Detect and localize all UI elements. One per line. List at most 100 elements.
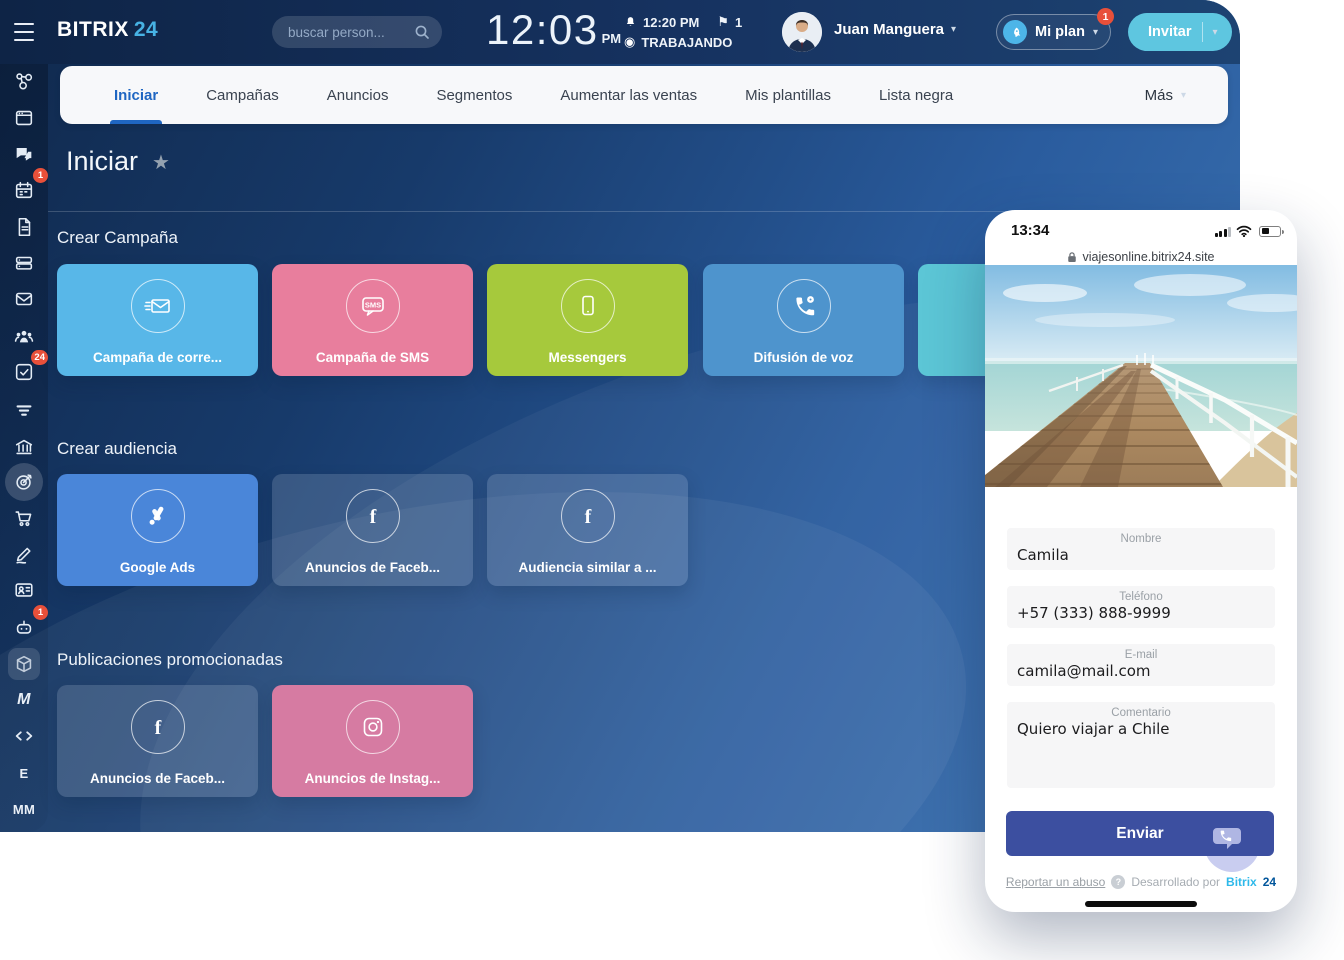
- email-field[interactable]: E-mail camila@mail.com: [1007, 644, 1275, 686]
- sidebar: 1 24: [0, 64, 48, 832]
- sidebar-item-mail[interactable]: [6, 281, 42, 317]
- calendar-badge: 1: [33, 168, 48, 183]
- rocket-icon: [1003, 20, 1027, 44]
- home-indicator[interactable]: [1085, 901, 1197, 907]
- search-input[interactable]: buscar person...: [272, 16, 442, 48]
- signal-icon: [1215, 227, 1232, 237]
- clock-meridiem: PM: [602, 15, 622, 63]
- sidebar-item-developer[interactable]: [6, 718, 42, 754]
- chat-icon: [13, 143, 35, 165]
- working-label: TRABAJANDO: [641, 35, 732, 50]
- browser-address-bar[interactable]: viajesonline.bitrix24.site: [985, 250, 1297, 264]
- help-icon[interactable]: ?: [1111, 875, 1125, 889]
- sidebar-item-documents[interactable]: [6, 209, 42, 245]
- bitrix24-logo[interactable]: BITRIX24: [57, 18, 158, 42]
- chevron-down-icon: ▾: [1093, 27, 1098, 38]
- tab-campanas[interactable]: Campañas: [182, 66, 303, 124]
- workspace-e-label: E: [20, 766, 29, 781]
- page-title: Iniciar ★: [66, 146, 170, 177]
- copilot-badge: 1: [33, 605, 48, 620]
- comment-field[interactable]: Comentario Quiero viajar a Chile: [1007, 702, 1275, 788]
- card-label: Anuncios de Faceb...: [280, 560, 465, 575]
- card-label: Campaña de SMS: [280, 350, 465, 365]
- phone-mockup: 13:34 viajesonline.bitrix24.site: [985, 210, 1297, 912]
- user-menu[interactable]: Juan Manguera ▾: [834, 21, 956, 38]
- document-icon: [13, 216, 35, 238]
- svg-text:f: f: [369, 506, 376, 528]
- voice-broadcast-icon: [777, 279, 831, 333]
- chevron-down-icon: ▾: [1181, 90, 1186, 101]
- clock-time: 12:03: [486, 6, 599, 63]
- calendar-icon: [13, 179, 35, 201]
- button-divider: [1202, 22, 1203, 42]
- phone-field-value: +57 (333) 888-9999: [1007, 603, 1275, 622]
- card-messengers[interactable]: Messengers: [487, 264, 688, 376]
- wifi-icon: [1236, 225, 1252, 237]
- bitrix-brand-link[interactable]: Bitrix: [1226, 875, 1257, 889]
- alarm-icon: [624, 15, 637, 29]
- tab-aumentar-ventas[interactable]: Aumentar las ventas: [536, 66, 721, 124]
- card-voice-broadcast[interactable]: Difusión de voz: [703, 264, 904, 376]
- card-facebook-posts[interactable]: f Anuncios de Faceb...: [57, 685, 258, 797]
- tab-more[interactable]: Más ▾: [1121, 66, 1198, 124]
- browser-icon: [13, 107, 35, 129]
- smartphone-icon: [561, 279, 615, 333]
- card-google-ads[interactable]: Google Ads: [57, 474, 258, 586]
- svg-text:SMS: SMS: [364, 301, 380, 310]
- developed-by-text: Desarrollado por: [1131, 875, 1220, 889]
- sidebar-item-store[interactable]: [6, 500, 42, 536]
- sidebar-item-drive[interactable]: [6, 245, 42, 281]
- sidebar-item-contacts[interactable]: [6, 572, 42, 608]
- sidebar-item-market[interactable]: M: [6, 682, 42, 718]
- sidebar-item-sign[interactable]: [6, 536, 42, 572]
- invite-label: Invitar: [1148, 24, 1192, 40]
- lock-icon: [1067, 251, 1077, 263]
- marketing-tabs: Iniciar Campañas Anuncios Segmentos Aume…: [60, 66, 1228, 124]
- facebook-icon: f: [131, 700, 185, 754]
- cube-icon: [13, 653, 35, 675]
- card-label: Anuncios de Instag...: [280, 771, 465, 786]
- sidebar-item-marketing[interactable]: [6, 464, 42, 500]
- sidebar-item-company[interactable]: [6, 429, 42, 465]
- plan-badge: 1: [1097, 8, 1114, 25]
- invite-button[interactable]: Invitar ▾: [1128, 13, 1232, 51]
- sidebar-item-tasks[interactable]: 24: [6, 354, 42, 390]
- work-clock[interactable]: 12:03 PM: [486, 6, 621, 63]
- sidebar-item-employees[interactable]: [6, 318, 42, 354]
- card-instagram-posts[interactable]: Anuncios de Instag...: [272, 685, 473, 797]
- tab-iniciar[interactable]: Iniciar: [90, 66, 182, 124]
- pier-photo: [985, 265, 1297, 487]
- tab-anuncios[interactable]: Anuncios: [303, 66, 413, 124]
- sidebar-item-feed[interactable]: [6, 63, 42, 99]
- sidebar-item-workspace-mm[interactable]: MM: [6, 791, 42, 827]
- section-heading: Crear audiencia: [57, 439, 177, 459]
- tab-segmentos[interactable]: Segmentos: [412, 66, 536, 124]
- sidebar-item-calendar[interactable]: 1: [6, 172, 42, 208]
- name-field[interactable]: Nombre Camila: [1007, 528, 1275, 570]
- menu-icon[interactable]: [14, 23, 34, 41]
- my-plan-button[interactable]: Mi plan ▾ 1: [996, 14, 1111, 50]
- sidebar-item-apps[interactable]: [6, 646, 42, 682]
- sidebar-item-copilot[interactable]: 1: [6, 609, 42, 645]
- sidebar-item-crm[interactable]: [6, 393, 42, 429]
- avatar[interactable]: [782, 12, 822, 52]
- card-facebook-ads[interactable]: f Anuncios de Faceb...: [272, 474, 473, 586]
- flag-icon: ⚑: [717, 15, 729, 30]
- phone-number-field[interactable]: Teléfono +57 (333) 888-9999: [1007, 586, 1275, 628]
- tab-mis-plantillas[interactable]: Mis plantillas: [721, 66, 855, 124]
- tab-lista-negra[interactable]: Lista negra: [855, 66, 977, 124]
- card-sms-campaign[interactable]: SMS Campaña de SMS: [272, 264, 473, 376]
- logo-accent-text: 24: [134, 18, 158, 41]
- facebook-icon: f: [346, 489, 400, 543]
- page-title-text: Iniciar: [66, 146, 138, 177]
- report-abuse-link[interactable]: Reportar un abuso: [1006, 875, 1105, 889]
- sidebar-item-sites[interactable]: [6, 100, 42, 136]
- favorite-star-icon[interactable]: ★: [152, 150, 170, 174]
- sidebar-item-workspace-e[interactable]: E: [6, 755, 42, 791]
- sidebar-item-messenger[interactable]: [6, 136, 42, 172]
- card-lookalike-audience[interactable]: f Audiencia similar a ...: [487, 474, 688, 586]
- card-email-campaign[interactable]: Campaña de corre...: [57, 264, 258, 376]
- bitrix24-brand-link[interactable]: 24: [1263, 875, 1276, 889]
- card-label: Google Ads: [65, 560, 250, 575]
- funnel-icon: [13, 400, 35, 422]
